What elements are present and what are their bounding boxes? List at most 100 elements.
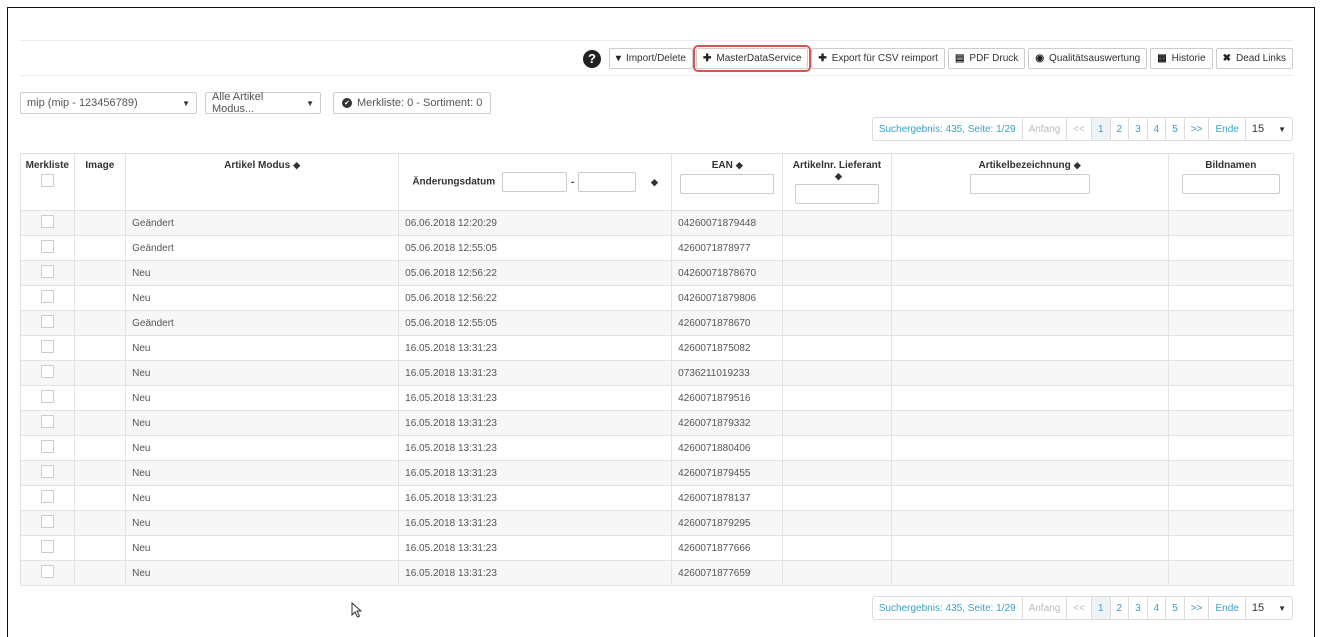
page-first[interactable]: Anfang	[1023, 597, 1068, 619]
row-ean: 4260071875082	[671, 335, 784, 361]
supplier-select[interactable]: mip (mip - 123456789) ▼	[20, 92, 197, 114]
row-checkbox[interactable]	[40, 440, 54, 453]
mode-select[interactable]: Alle Artikel Modus... ▼	[205, 91, 321, 115]
table-row[interactable]: Neu 05.06.2018 12:56:22 04260071879806	[20, 285, 1295, 311]
table-row[interactable]: Geändert 05.06.2018 12:55:05 4260071878670	[20, 310, 1295, 336]
merkliste-button[interactable]: ✔ Merkliste: 0 - Sortiment: 0	[333, 92, 492, 114]
table-row[interactable]: Geändert 05.06.2018 12:55:05 4260071878977	[20, 235, 1295, 261]
row-mode: Neu	[125, 360, 400, 386]
page-1[interactable]: 1	[1091, 118, 1111, 140]
col-mode-label: Artikel Modus	[224, 160, 291, 171]
row-supplier-no	[782, 310, 892, 336]
page-5[interactable]: 5	[1166, 118, 1185, 140]
row-checkbox[interactable]	[40, 540, 54, 553]
help-icon[interactable]: ?	[582, 49, 601, 68]
select-all-checkbox[interactable]	[40, 174, 54, 187]
row-checkbox[interactable]	[40, 290, 54, 303]
app-frame: ? ▾ Import/Delete ✚ MasterDataService ✚ …	[7, 7, 1315, 637]
sort-icon[interactable]: ◆	[1074, 160, 1081, 170]
row-checkbox[interactable]	[40, 465, 54, 478]
row-checkbox[interactable]	[40, 315, 54, 328]
row-checkbox[interactable]	[40, 515, 54, 528]
table-row[interactable]: Geändert 06.06.2018 12:20:29 0426007187944…	[20, 210, 1295, 236]
table-row[interactable]: Neu 16.05.2018 13:31:23 4260071878137	[20, 485, 1295, 511]
images-filter-input[interactable]	[1181, 174, 1280, 194]
sort-icon[interactable]: ◆	[790, 171, 886, 182]
table-row[interactable]: Neu 05.06.2018 12:56:22 04260071878670	[20, 260, 1295, 286]
row-supplier-no	[782, 560, 892, 586]
col-ean-label[interactable]: EAN	[712, 160, 733, 171]
row-checkbox[interactable]	[40, 240, 54, 253]
row-checkbox-cell	[20, 485, 75, 511]
table-row[interactable]: Neu 16.05.2018 13:31:23 4260071875082	[20, 335, 1295, 361]
history-button[interactable]: ▦ Historie	[1150, 48, 1213, 69]
quality-report-button[interactable]: ◉ Qualitätsauswertung	[1028, 48, 1148, 69]
import-delete-button[interactable]: ▾ Import/Delete	[608, 48, 693, 69]
page-3[interactable]: 3	[1129, 118, 1148, 140]
row-images	[1167, 435, 1295, 461]
master-data-service-label: MasterDataService	[716, 53, 802, 64]
table-row[interactable]: Neu 16.05.2018 13:31:23 0736211019233	[20, 360, 1295, 386]
row-images	[1167, 460, 1295, 486]
page-4[interactable]: 4	[1148, 597, 1167, 619]
print-icon: ▤	[954, 53, 965, 64]
page-next[interactable]: >>	[1185, 118, 1210, 140]
row-checkbox-cell	[20, 510, 75, 536]
col-mode[interactable]: Artikel Modus ◆	[125, 153, 400, 211]
supplier-no-filter-input[interactable]	[794, 184, 879, 204]
date-to-input[interactable]	[578, 172, 637, 192]
row-checkbox[interactable]	[40, 390, 54, 403]
page-1[interactable]: 1	[1091, 597, 1111, 619]
row-checkbox[interactable]	[40, 415, 54, 428]
name-filter-input[interactable]	[969, 174, 1090, 194]
table-row[interactable]: Neu 16.05.2018 13:31:23 4260071880406	[20, 435, 1295, 461]
page-first[interactable]: Anfang	[1023, 118, 1068, 140]
per-page-select[interactable]: 15 ▼	[1246, 118, 1292, 140]
row-checkbox[interactable]	[40, 565, 54, 578]
table-row[interactable]: Neu 16.05.2018 13:31:23 4260071877666	[20, 535, 1295, 561]
col-name-label[interactable]: Artikelbezeichnung	[978, 160, 1070, 171]
row-checkbox[interactable]	[40, 265, 54, 278]
page-prev[interactable]: <<	[1067, 118, 1092, 140]
master-data-service-button[interactable]: ✚ MasterDataService	[692, 45, 812, 72]
row-supplier-no	[782, 360, 892, 386]
table-row[interactable]: Neu 16.05.2018 13:31:23 4260071879455	[20, 460, 1295, 486]
ean-filter-input[interactable]	[680, 174, 775, 194]
table-row[interactable]: Neu 16.05.2018 13:31:23 4260071879516	[20, 385, 1295, 411]
row-supplier-no	[782, 460, 892, 486]
page-5[interactable]: 5	[1166, 597, 1185, 619]
row-checkbox-cell	[20, 535, 75, 561]
row-checkbox-cell	[20, 310, 75, 336]
dead-links-button[interactable]: ✖ Dead Links	[1215, 48, 1293, 69]
page-2[interactable]: 2	[1111, 118, 1130, 140]
col-supplier-no-label[interactable]: Artikelnr. Lieferant	[793, 160, 881, 171]
sort-icon[interactable]: ◆	[736, 160, 743, 170]
row-checkbox[interactable]	[40, 365, 54, 378]
page-last[interactable]: Ende	[1209, 118, 1246, 140]
export-csv-button[interactable]: ✚ Export für CSV reimport	[811, 48, 945, 69]
sort-icon[interactable]: ◆	[651, 177, 658, 187]
page-4[interactable]: 4	[1148, 118, 1167, 140]
table-row[interactable]: Neu 16.05.2018 13:31:23 4260071877659	[20, 560, 1295, 586]
page-last[interactable]: Ende	[1209, 597, 1246, 619]
date-from-input[interactable]	[501, 172, 567, 192]
col-images: Bildnamen	[1167, 153, 1295, 211]
row-date: 05.06.2018 12:56:22	[398, 260, 673, 286]
table-row[interactable]: Neu 16.05.2018 13:31:23 4260071879295	[20, 510, 1295, 536]
merkliste-label: Merkliste: 0 - Sortiment: 0	[357, 97, 483, 109]
pdf-print-button[interactable]: ▤ PDF Druck	[947, 48, 1026, 69]
table-row[interactable]: Neu 16.05.2018 13:31:23 4260071879332	[20, 410, 1295, 436]
page-2[interactable]: 2	[1111, 597, 1130, 619]
row-checkbox[interactable]	[40, 340, 54, 353]
page-prev[interactable]: <<	[1067, 597, 1092, 619]
row-date: 16.05.2018 13:31:23	[398, 335, 673, 361]
page-3[interactable]: 3	[1129, 597, 1148, 619]
row-ean: 4260071877666	[671, 535, 784, 561]
row-mode: Neu	[125, 510, 400, 536]
per-page-select[interactable]: 15 ▼	[1246, 597, 1292, 619]
row-checkbox[interactable]	[40, 490, 54, 503]
row-checkbox[interactable]	[40, 215, 54, 228]
row-name	[890, 360, 1169, 386]
page-next[interactable]: >>	[1185, 597, 1210, 619]
row-date: 16.05.2018 13:31:23	[398, 410, 673, 436]
